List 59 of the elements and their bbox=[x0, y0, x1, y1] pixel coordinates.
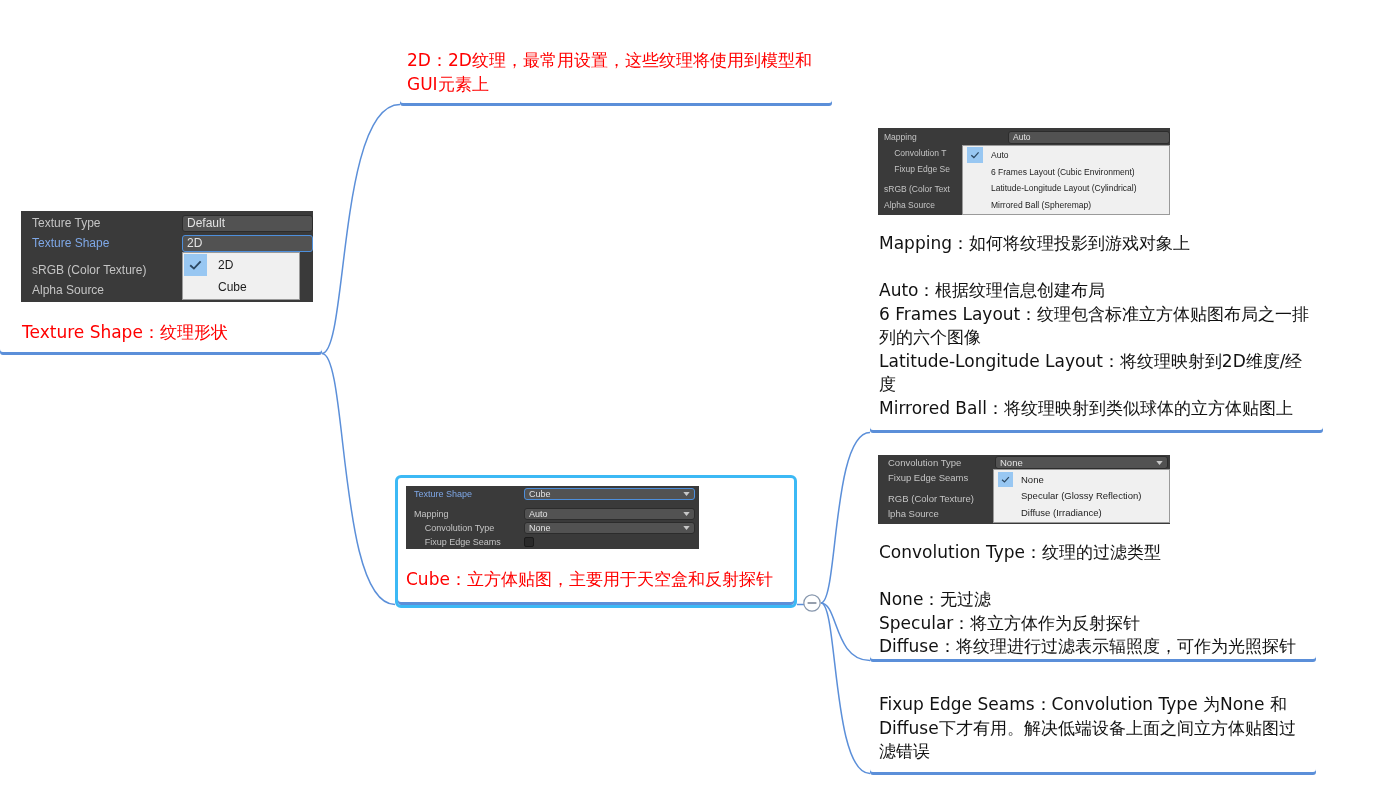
field-label: sRGB (Color Text bbox=[884, 184, 950, 194]
checkbox[interactable] bbox=[524, 537, 534, 547]
check-icon bbox=[967, 147, 983, 164]
dropdown-field[interactable]: None bbox=[995, 456, 1168, 469]
field-label: Texture Shape bbox=[32, 237, 110, 249]
dropdown-field[interactable]: None bbox=[524, 522, 695, 534]
note-text: 6 Frames Layout：纹理包含标准立方体贴图布局之一排列的六个图像 bbox=[879, 302, 1311, 349]
collapse-icon[interactable] bbox=[803, 594, 821, 612]
note-text: Latitude-Longitude Layout：将纹理映射到2D维度/经度 bbox=[879, 349, 1304, 396]
note-text: Mapping：如何将纹理投影到游戏对象上 bbox=[879, 232, 1191, 255]
note-text: Auto：根据纹理信息创建布局 bbox=[879, 279, 1107, 302]
field-label: Convolution Type bbox=[888, 457, 962, 468]
field-label: Mapping bbox=[884, 132, 917, 142]
field-label: Texture Type bbox=[32, 217, 101, 229]
field-label: Fixup Edge Seams bbox=[424, 537, 501, 547]
note-text: Fixup Edge Seams：Convolution Type 为None 和 Diffuse下才有用。解决低端设备上面之间立方体贴图过滤错误 bbox=[879, 693, 1297, 763]
dropdown-field[interactable]: Auto bbox=[524, 508, 695, 520]
field-label: Fixup Edge Seams bbox=[888, 472, 969, 483]
topic-text: Cube：立方体贴图，主要用于天空盒和反射探针 bbox=[406, 568, 774, 591]
menu-option[interactable]: Mirrored Ball (Spheremap) bbox=[963, 196, 1169, 213]
topic-node[interactable]: Texture Shape Cube Mapping Auto Convolution Type None Fixup Edge Seams Cube：立方体贴图，主要用于天空盒和反射探针 bbox=[395, 475, 797, 608]
menu-option[interactable]: None bbox=[994, 471, 1169, 488]
caret-icon bbox=[683, 492, 690, 496]
caret-icon bbox=[1156, 460, 1163, 465]
note-text: Convolution Type：纹理的过滤类型 bbox=[879, 541, 1163, 564]
menu-option[interactable]: 6 Frames Layout (Cubic Environment) bbox=[963, 163, 1169, 180]
field-label: Texture Shape bbox=[414, 489, 473, 499]
menu-option[interactable]: 2D bbox=[183, 254, 299, 276]
check-icon bbox=[184, 254, 207, 276]
field-label: Convolution Type bbox=[424, 523, 495, 533]
field-label: Convolution T bbox=[894, 148, 947, 158]
menu-option[interactable]: Auto bbox=[963, 147, 1169, 164]
field-label: Fixup Edge Se bbox=[894, 164, 950, 174]
caret-icon bbox=[683, 512, 690, 516]
field-label: Alpha Source bbox=[884, 200, 936, 210]
field-label: Mapping bbox=[414, 509, 449, 519]
caret-icon bbox=[683, 526, 690, 530]
note-text: Mirrored Ball：将纹理映射到类似球体的立方体贴图上 bbox=[879, 396, 1294, 420]
field-label: sRGB (Color Texture) bbox=[32, 264, 147, 276]
menu-option[interactable]: Specular (Glossy Reflection) bbox=[994, 487, 1169, 504]
field-label: lpha Source bbox=[888, 508, 939, 519]
dropdown-field[interactable]: Default bbox=[182, 214, 313, 232]
field-label: Alpha Source bbox=[32, 284, 105, 296]
dropdown-field[interactable]: 2D bbox=[182, 234, 313, 252]
topic-node[interactable]: Texture Type Default Texture Shape 2D 2D Cube sRGB (Color Texture) Alpha Source Texture Shape：纹理形状 bbox=[0, 208, 325, 358]
note-text: Diffuse：将纹理进行过滤表示辐照度，可作为光照探针 bbox=[879, 635, 1297, 658]
field-label: RGB (Color Texture) bbox=[888, 493, 974, 504]
dropdown-field[interactable]: Auto bbox=[1008, 130, 1170, 144]
topic-text: Texture Shape：纹理形状 bbox=[22, 321, 229, 344]
check-icon bbox=[998, 471, 1013, 487]
topic-node[interactable]: Fixup Edge Seams：Convolution Type 为None 和 Diffuse下才有用。解决低端设备上面之间立方体贴图过滤错误 bbox=[867, 690, 1319, 778]
topic-text: 2D：2D纹理，最常用设置，这些纹理将使用到模型和GUI元素上 bbox=[407, 49, 813, 96]
menu-option[interactable]: Latitude-Longitude Layout (Cylindrical) bbox=[963, 180, 1169, 197]
menu-option[interactable]: Diffuse (Irradiance) bbox=[994, 504, 1169, 521]
menu-option[interactable]: Cube bbox=[183, 276, 299, 298]
dropdown-field[interactable]: Cube bbox=[524, 488, 695, 500]
topic-node[interactable]: 2D：2D纹理，最常用设置，这些纹理将使用到模型和GUI元素上 bbox=[397, 41, 835, 109]
note-text: None：无过滤 bbox=[879, 588, 993, 611]
note-text: Specular：将立方体作为反射探针 bbox=[879, 611, 1142, 635]
